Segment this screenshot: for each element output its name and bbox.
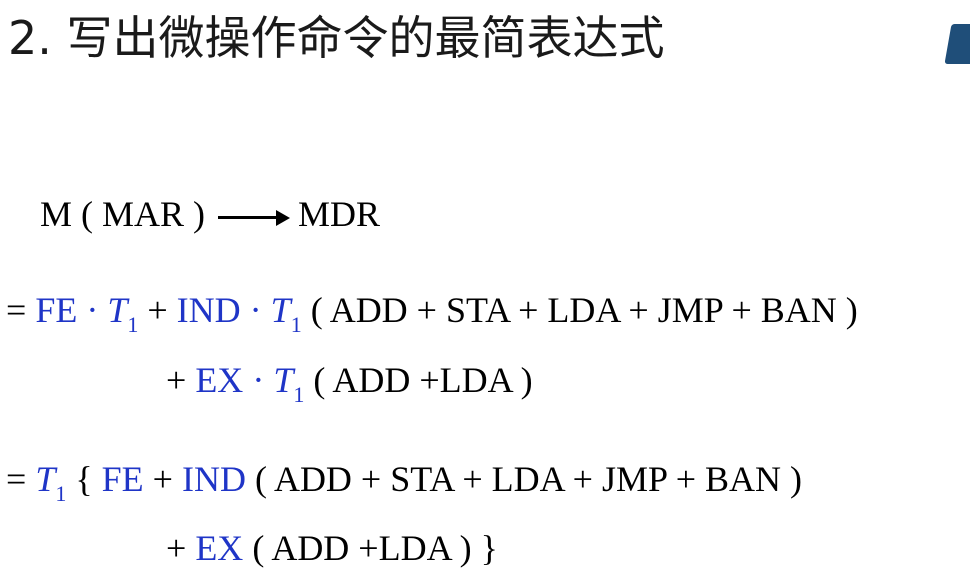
dot-operator: · bbox=[249, 290, 262, 330]
formula-line-1: M ( MAR ) MDR bbox=[40, 190, 380, 238]
plus-operator: + bbox=[147, 290, 177, 330]
signal-ex: EX bbox=[195, 528, 244, 568]
dot-operator: · bbox=[252, 360, 265, 400]
corner-decoration bbox=[944, 24, 970, 64]
timing-t: T bbox=[35, 459, 56, 499]
signal-ind: IND bbox=[176, 290, 241, 330]
arrow-right-icon bbox=[218, 200, 291, 236]
timing-subscript: 1 bbox=[55, 481, 67, 506]
timing-t: T bbox=[270, 290, 291, 330]
formula-line-4: = T1 { FE + IND ( ADD + STA + LDA + JMP … bbox=[6, 455, 802, 506]
timing-subscript: 1 bbox=[290, 312, 302, 337]
equals-sign: = bbox=[6, 459, 36, 499]
timing-subscript: 1 bbox=[127, 312, 139, 337]
formula-rhs: MDR bbox=[298, 194, 381, 234]
signal-fe: FE bbox=[35, 290, 78, 330]
instruction-group: ( ADD + STA + LDA + JMP + BAN ) bbox=[254, 459, 802, 499]
timing-subscript: 1 bbox=[293, 382, 305, 407]
formula-lhs: M ( MAR ) bbox=[40, 194, 206, 234]
equals-sign: = bbox=[6, 290, 36, 330]
formula-line-5: + EX ( ADD +LDA ) } bbox=[166, 524, 498, 572]
plus-operator: + bbox=[166, 528, 196, 568]
signal-ind: IND bbox=[181, 459, 246, 499]
instruction-group: ( ADD +LDA ) bbox=[313, 360, 533, 400]
formula-line-2: = FE · T1 + IND · T1 ( ADD + STA + LDA +… bbox=[6, 286, 858, 337]
dot-operator: · bbox=[86, 290, 99, 330]
slide-title: 2. 写出微操作命令的最简表达式 bbox=[8, 11, 665, 65]
signal-fe: FE bbox=[101, 459, 144, 499]
timing-t: T bbox=[273, 360, 294, 400]
plus-operator: + bbox=[166, 360, 196, 400]
formula-line-3: + EX · T1 ( ADD +LDA ) bbox=[166, 356, 533, 407]
signal-ex: EX bbox=[195, 360, 244, 400]
plus-operator: + bbox=[152, 459, 182, 499]
timing-t: T bbox=[107, 290, 128, 330]
open-brace: { bbox=[75, 459, 102, 499]
instruction-group: ( ADD + STA + LDA + JMP + BAN ) bbox=[310, 290, 858, 330]
instruction-group: ( ADD +LDA ) } bbox=[252, 528, 498, 568]
